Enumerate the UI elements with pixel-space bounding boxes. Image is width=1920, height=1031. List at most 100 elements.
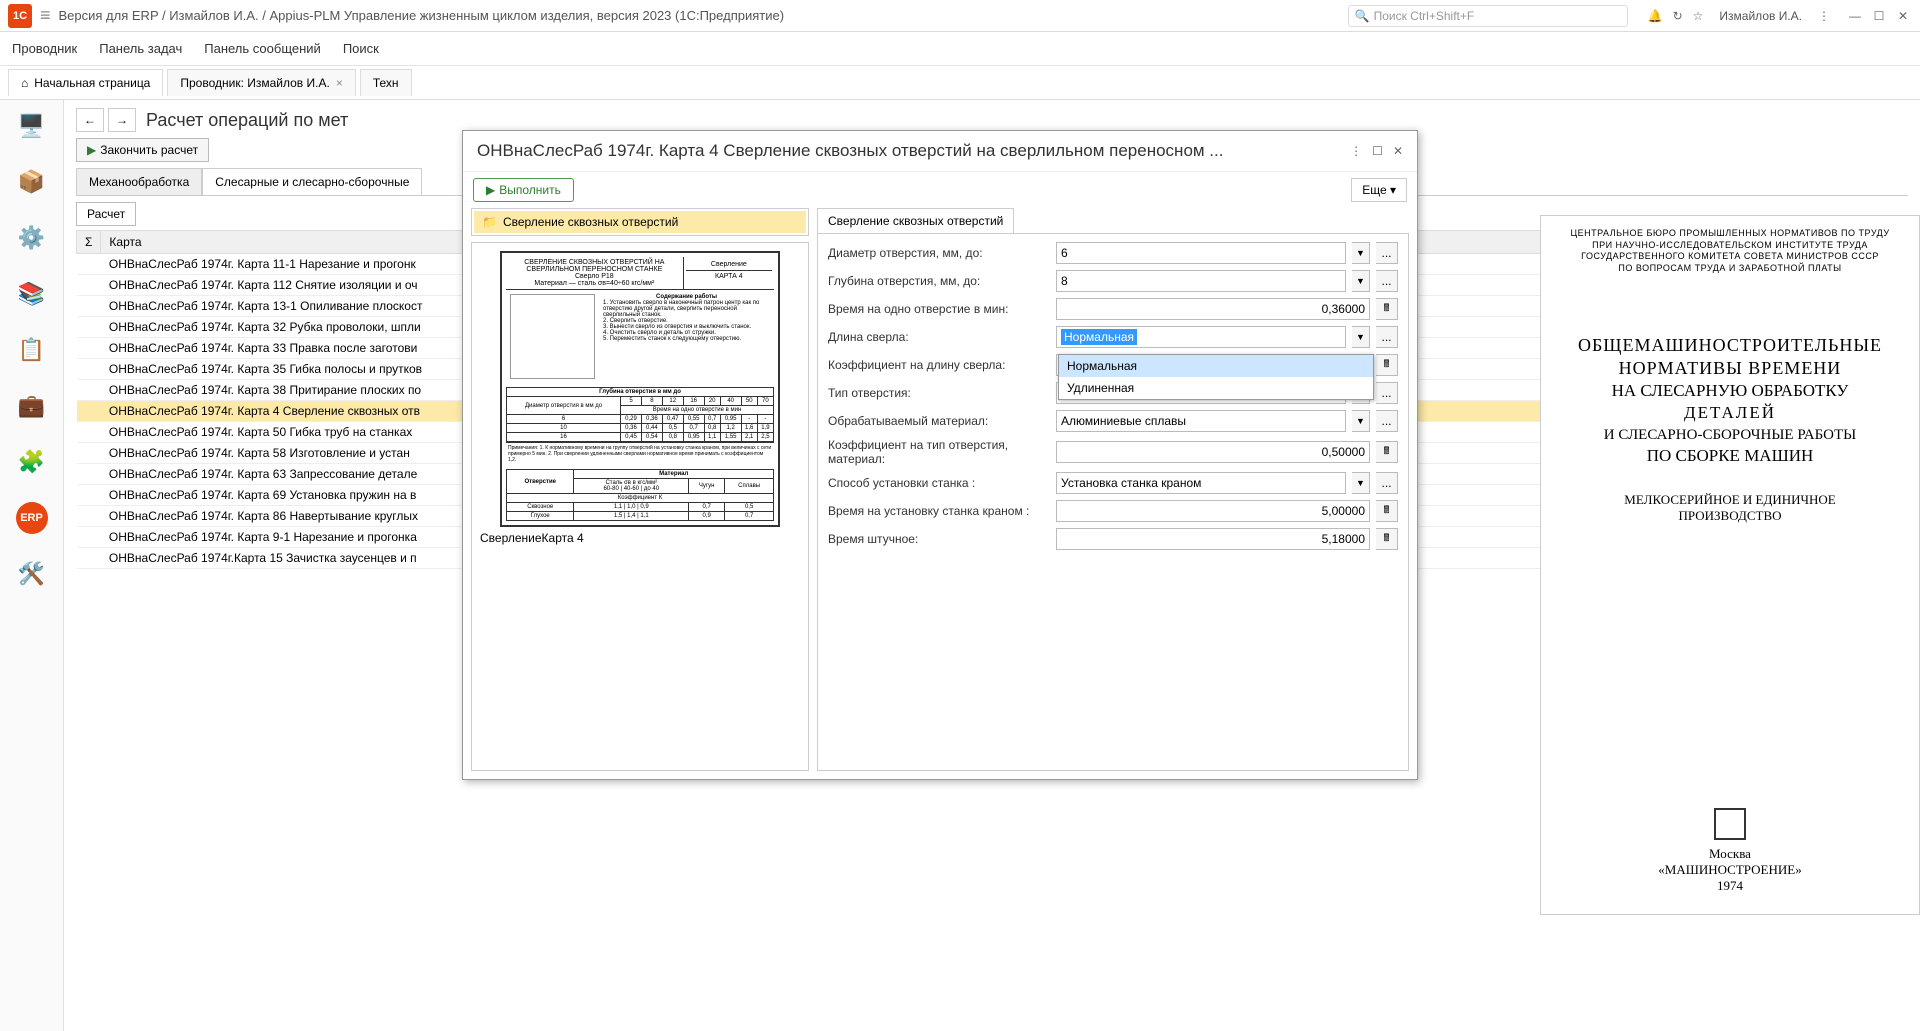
gears-icon[interactable]: ⚙️ — [16, 222, 48, 254]
form-input[interactable]: 5,18000 — [1056, 528, 1370, 550]
maximize-icon[interactable]: ☐ — [1870, 9, 1888, 23]
history-icon[interactable]: ↻ — [1673, 9, 1683, 23]
menu-search[interactable]: Поиск — [343, 41, 379, 56]
tab-home[interactable]: ⌂ Начальная страница — [8, 69, 163, 96]
subtab-mech[interactable]: Механообработка — [76, 168, 202, 195]
tree-view: 📁 Сверление сквозных отверстий — [471, 208, 809, 236]
back-button[interactable]: ← — [76, 108, 104, 132]
star-icon[interactable]: ☆ — [1693, 9, 1704, 23]
boxes-icon[interactable]: 📦 — [16, 166, 48, 198]
search-input[interactable]: 🔍 Поиск Ctrl+Shift+F — [1348, 5, 1628, 27]
form-label: Диаметр отверстия, мм, до: — [828, 246, 1050, 260]
menu-tasks[interactable]: Панель задач — [99, 41, 182, 56]
form-row: Обрабатываемый материал:Алюминиевые спла… — [828, 410, 1398, 432]
ellipsis-button[interactable]: ... — [1376, 472, 1398, 494]
forward-button[interactable]: → — [108, 108, 136, 132]
tools-icon[interactable]: 🛠️ — [16, 558, 48, 590]
form-input[interactable]: 5,00000 — [1056, 500, 1370, 522]
briefcase-icon[interactable]: 💼 — [16, 390, 48, 422]
dialog-restore-icon[interactable]: ☐ — [1372, 144, 1383, 158]
tabsbar: ⌂ Начальная страница Проводник: Измайлов… — [0, 66, 1920, 100]
subtab-sles[interactable]: Слесарные и слесарно-сборочные — [202, 168, 422, 195]
form-input[interactable]: 6 — [1056, 242, 1346, 264]
form-input[interactable]: 8 — [1056, 270, 1346, 292]
bell-icon[interactable]: 🔔 — [1648, 9, 1663, 23]
col-sigma[interactable]: Σ — [77, 231, 101, 254]
ellipsis-button[interactable]: ... — [1376, 382, 1398, 404]
user-menu-icon[interactable]: ⋮ — [1818, 9, 1830, 23]
doc-preview: СВЕРЛЕНИЕ СКВОЗНЫХ ОТВЕРСТИЙ НА СВЕРЛИЛЬ… — [471, 242, 809, 771]
content-area: ← → Расчет операций по мет ▶ Закончить р… — [64, 100, 1920, 1031]
calculator-icon[interactable]: 🖩 — [1376, 500, 1398, 522]
folder-icon: 📁 — [482, 215, 497, 229]
close-icon[interactable]: ✕ — [1894, 9, 1912, 23]
dropdown-icon[interactable]: ▼ — [1352, 326, 1370, 348]
form-label: Коэффициент на длину сверла: — [828, 358, 1050, 372]
finish-calc-button[interactable]: ▶ Закончить расчет — [76, 138, 209, 162]
dialog-title: ОНВнаСлесРаб 1974г. Карта 4 Сверление ск… — [477, 141, 1350, 161]
user-label[interactable]: Измайлов И.А. — [1719, 9, 1802, 23]
form-row: Коэффициент на тип отверстия, материал:0… — [828, 438, 1398, 466]
calculator-icon[interactable]: 🖩 — [1376, 298, 1398, 320]
book-panel: ЦЕНТРАЛЬНОЕ БЮРО ПРОМЫШЛЕННЫХ НОРМАТИВОВ… — [1540, 215, 1920, 915]
menubar: Проводник Панель задач Панель сообщений … — [0, 32, 1920, 66]
ellipsis-button[interactable]: ... — [1376, 410, 1398, 432]
form-label: Длина сверла: — [828, 330, 1050, 344]
form-input[interactable]: Нормальная — [1056, 326, 1346, 348]
form-row: Время штучное: 5,18000 🖩 — [828, 528, 1398, 550]
form-label: Время на одно отверстие в мин: — [828, 302, 1050, 316]
dropdown-option[interactable]: Нормальная — [1059, 355, 1373, 377]
dropdown-icon[interactable]: ▼ — [1352, 410, 1370, 432]
calculator-icon[interactable]: 🖩 — [1376, 441, 1398, 463]
form-input[interactable]: 0,50000 — [1056, 441, 1370, 463]
form-row: Время на установку станка краном : 5,0000… — [828, 500, 1398, 522]
dropdown-icon[interactable]: ▼ — [1352, 472, 1370, 494]
menu-explorer[interactable]: Проводник — [12, 41, 77, 56]
form-row: Диаметр отверстия, мм, до: 6 ▼... — [828, 242, 1398, 264]
app-title: Версия для ERP / Измайлов И.А. / Appius-… — [59, 8, 785, 23]
puzzle-icon[interactable]: 🧩 — [16, 446, 48, 478]
tab-close-icon[interactable]: × — [336, 76, 343, 90]
form-input[interactable]: Алюминиевые сплавы — [1056, 410, 1346, 432]
calc-button[interactable]: Расчет — [76, 202, 136, 226]
home-icon: ⌂ — [21, 76, 28, 90]
minimize-icon[interactable]: — — [1846, 9, 1864, 23]
logo-1c: 1C — [8, 4, 32, 28]
monitor-icon[interactable]: 🖥️ — [16, 110, 48, 142]
form-tab[interactable]: Сверление сквозных отверстий — [817, 208, 1014, 233]
books-icon[interactable]: 📚 — [16, 278, 48, 310]
tree-item[interactable]: 📁 Сверление сквозных отверстий — [474, 211, 806, 233]
dropdown-icon[interactable]: ▼ — [1352, 242, 1370, 264]
form-label: Время на установку станка краном : — [828, 504, 1050, 518]
form-input[interactable]: 0,36000 — [1056, 298, 1370, 320]
form-label: Время штучное: — [828, 532, 1050, 546]
ellipsis-button[interactable]: ... — [1376, 326, 1398, 348]
dropdown-icon[interactable]: ▼ — [1352, 270, 1370, 292]
calculator-icon[interactable]: 🖩 — [1376, 528, 1398, 550]
publisher-logo — [1714, 808, 1746, 840]
ellipsis-button[interactable]: ... — [1376, 270, 1398, 292]
dialog-menu-icon[interactable]: ⋮ — [1350, 144, 1362, 158]
tab-tech[interactable]: Техн — [360, 69, 412, 96]
window-controls: — ☐ ✕ — [1846, 9, 1912, 23]
clipboard-icon[interactable]: 📋 — [16, 334, 48, 366]
search-icon: 🔍 — [1355, 9, 1370, 23]
erp-icon[interactable]: ERP — [16, 502, 48, 534]
dropdown-option[interactable]: Удлиненная — [1059, 377, 1373, 399]
play-icon: ▶ — [486, 183, 495, 197]
ellipsis-button[interactable]: ... — [1376, 242, 1398, 264]
calculator-icon[interactable]: 🖩 — [1376, 354, 1398, 376]
page-title: Расчет операций по мет — [146, 110, 348, 131]
tab-explorer[interactable]: Проводник: Измайлов И.А. × — [167, 69, 355, 96]
form-row: Время на одно отверстие в мин: 0,36000 🖩 — [828, 298, 1398, 320]
sidebar: 🖥️ 📦 ⚙️ 📚 📋 💼 🧩 ERP 🛠️ — [0, 100, 64, 1031]
hamburger-icon[interactable]: ≡ — [40, 5, 51, 26]
menu-messages[interactable]: Панель сообщений — [204, 41, 321, 56]
form-area: Диаметр отверстия, мм, до:6▼...Глубина о… — [817, 233, 1409, 771]
form-input[interactable]: Установка станка краном — [1056, 472, 1346, 494]
execute-button[interactable]: ▶ Выполнить — [473, 178, 574, 202]
titlebar: 1C ≡ Версия для ERP / Измайлов И.А. / Ap… — [0, 0, 1920, 32]
doc-table: Глубина отверстия в мм до Диаметр отверс… — [506, 387, 774, 442]
dialog-more-button[interactable]: Еще ▾ — [1351, 178, 1407, 202]
dialog-close-icon[interactable]: ✕ — [1393, 144, 1403, 158]
